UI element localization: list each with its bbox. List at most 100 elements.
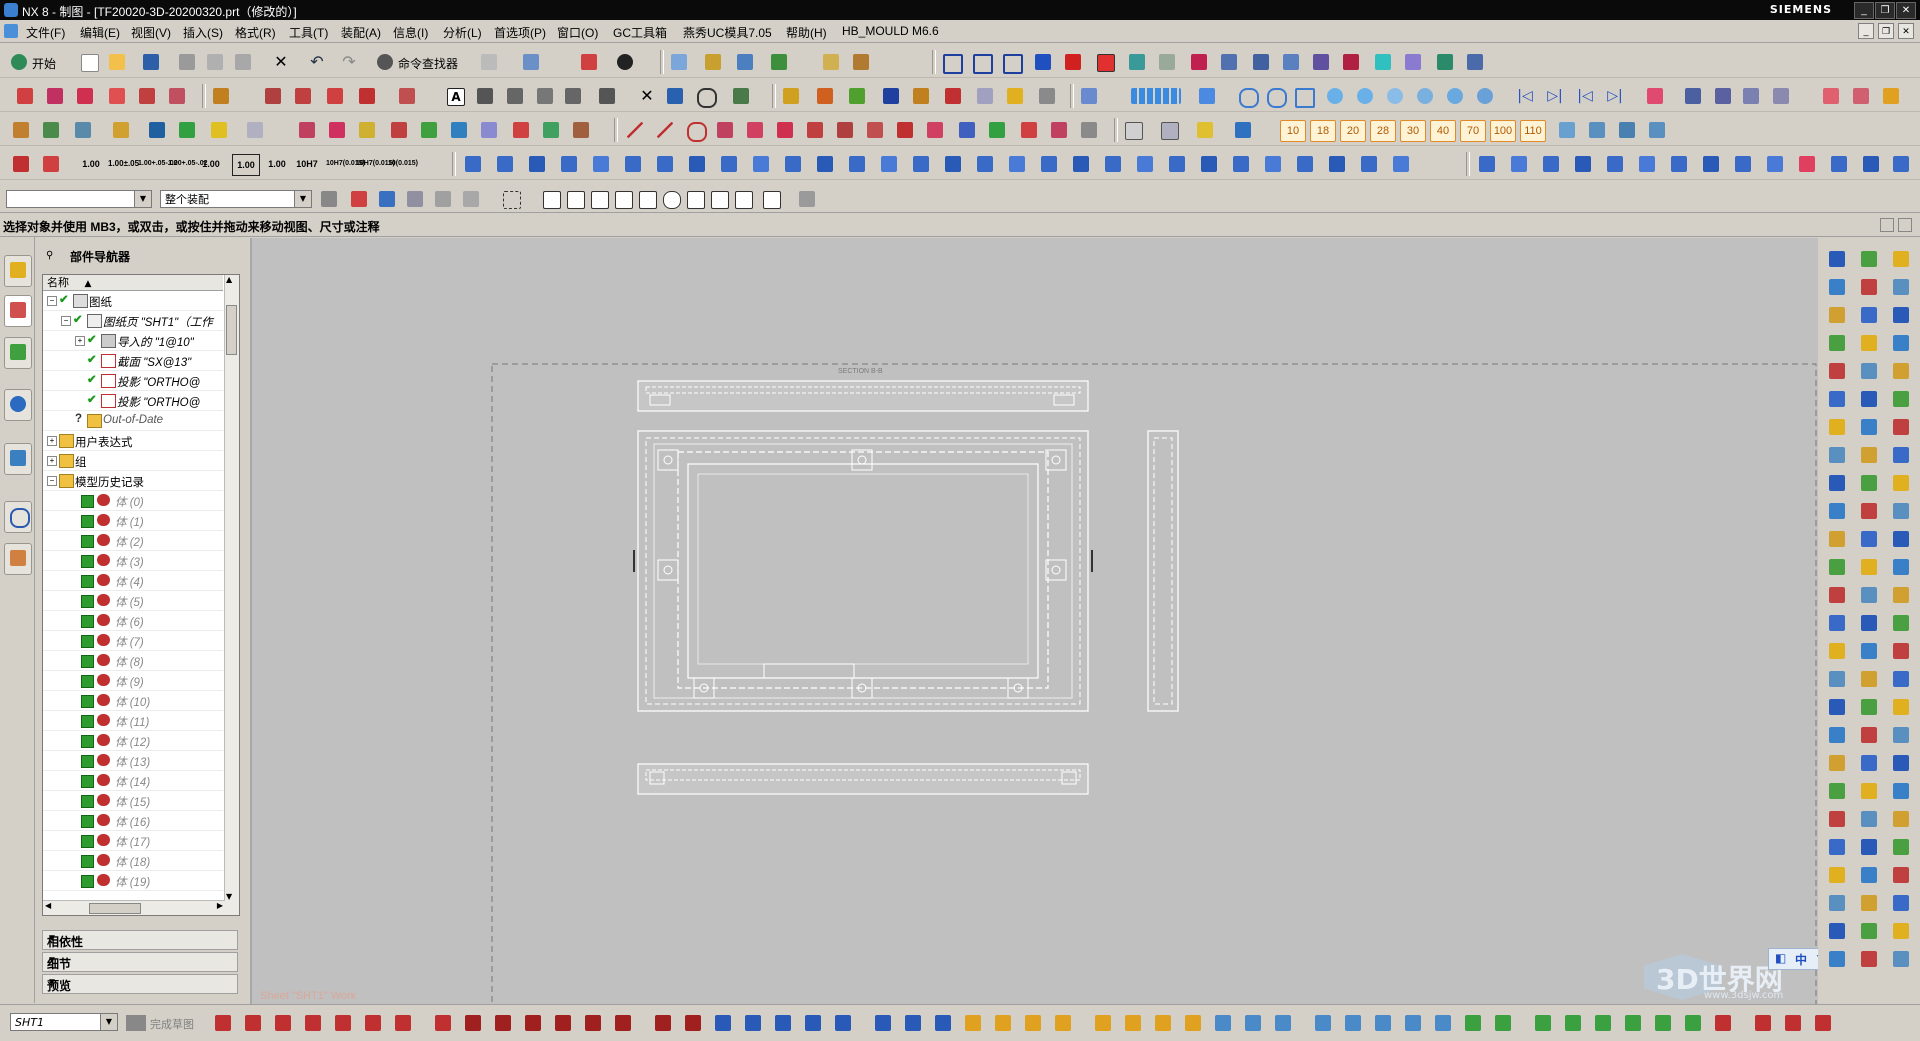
bottom-tool-button[interactable]	[962, 1012, 984, 1034]
right-tool-button[interactable]	[1890, 528, 1912, 550]
mb-11-button[interactable]	[782, 153, 804, 175]
part-b-button[interactable]	[1158, 119, 1180, 141]
right-tool-button[interactable]	[1890, 556, 1912, 578]
pmi-7-button[interactable]	[974, 85, 996, 107]
bottom-tool-button[interactable]	[432, 1012, 454, 1034]
bulb-5-button[interactable]	[1444, 85, 1466, 107]
bottom-tool-button[interactable]	[932, 1012, 954, 1034]
right-tool-button[interactable]	[1826, 500, 1848, 522]
right-tool-button[interactable]	[1826, 724, 1848, 746]
undo-button[interactable]: ↶	[306, 51, 328, 73]
right-tool-button[interactable]	[1890, 332, 1912, 354]
mb-23-button[interactable]	[1166, 153, 1188, 175]
bottom-tool-button[interactable]	[272, 1012, 294, 1034]
ms-13-button[interactable]	[1860, 153, 1882, 175]
bottom-tool-button[interactable]	[652, 1012, 674, 1034]
bottom-tool-button[interactable]	[1432, 1012, 1454, 1034]
right-tool-button[interactable]	[1858, 864, 1880, 886]
mb-16-button[interactable]	[942, 153, 964, 175]
type-filter-dropdown[interactable]: ▼	[6, 190, 152, 208]
ms-4-button[interactable]	[1572, 153, 1594, 175]
right-tool-button[interactable]	[1890, 640, 1912, 662]
cue-close-button[interactable]	[1898, 218, 1912, 232]
show-2-button[interactable]	[1264, 85, 1287, 108]
mb-1-button[interactable]	[462, 153, 484, 175]
right-tool-button[interactable]	[1890, 360, 1912, 382]
checkbox-icon[interactable]	[81, 755, 94, 768]
mold-2-button[interactable]	[1250, 51, 1272, 73]
finish-sketch-button[interactable]: 完成草图	[150, 1016, 194, 1032]
plate-button[interactable]	[1434, 51, 1456, 73]
bottom-tool-button[interactable]	[552, 1012, 574, 1034]
line-f-button[interactable]	[804, 119, 826, 141]
app-menu-icon[interactable]	[4, 24, 18, 38]
right-tool-button[interactable]	[1890, 388, 1912, 410]
right-tool-button[interactable]	[1826, 528, 1848, 550]
line-l-button[interactable]	[986, 119, 1008, 141]
size-20-button[interactable]: 20	[1340, 120, 1366, 142]
drafting-3-button[interactable]	[74, 85, 96, 107]
line-b-button[interactable]	[654, 119, 676, 141]
menu-hb-mould[interactable]: HB_MOULD M6.6	[842, 24, 939, 38]
menu-analysis[interactable]: 分析(L)	[443, 24, 482, 41]
part-navigator-tab[interactable]	[4, 295, 32, 327]
snap-2-button[interactable]	[564, 188, 586, 210]
drafting-2-button[interactable]	[44, 85, 66, 107]
bottom-tool-button[interactable]	[1122, 1012, 1144, 1034]
tol-8-button[interactable]: 10H7	[294, 154, 320, 174]
blank-button[interactable]	[1188, 51, 1210, 73]
checkbox-icon[interactable]	[81, 775, 94, 788]
right-tool-button[interactable]	[1826, 360, 1848, 382]
pmi-4-button[interactable]	[880, 85, 902, 107]
layer-button[interactable]	[668, 51, 690, 73]
right-tool-button[interactable]	[1858, 780, 1880, 802]
nav-first-button[interactable]: |◁	[1514, 85, 1536, 107]
bottom-tool-button[interactable]	[1752, 1012, 1774, 1034]
ms-1-button[interactable]	[1476, 153, 1498, 175]
reset-orientation-button[interactable]	[520, 51, 542, 73]
tree-node-body[interactable]: 体 (3)	[43, 552, 223, 571]
bottom-tool-button[interactable]	[1652, 1012, 1674, 1034]
drafting-8-button[interactable]	[262, 85, 284, 107]
ms-9-button[interactable]	[1732, 153, 1754, 175]
right-tool-button[interactable]	[1826, 472, 1848, 494]
mb-17-button[interactable]	[974, 153, 996, 175]
wave-button[interactable]	[1126, 51, 1148, 73]
tree-node-body[interactable]: 体 (6)	[43, 612, 223, 631]
start-button[interactable]: 开始	[8, 51, 70, 73]
menu-view[interactable]: 视图(V)	[131, 24, 171, 41]
doc-restore-button[interactable]: ❐	[1878, 23, 1894, 39]
mb-25-button[interactable]	[1230, 153, 1252, 175]
menu-tools[interactable]: 工具(T)	[289, 24, 328, 41]
tree-node-sheet[interactable]: − ✔ 图纸页 "SHT1"（工作	[43, 312, 223, 331]
line-d-button[interactable]	[744, 119, 766, 141]
right-tool-button[interactable]	[1826, 556, 1848, 578]
doc-minimize-button[interactable]: _	[1858, 23, 1874, 39]
mold-q-button[interactable]	[540, 119, 562, 141]
drafting-10-button[interactable]	[324, 85, 346, 107]
right-tool-button[interactable]	[1826, 808, 1848, 830]
h-scroll-thumb[interactable]	[89, 903, 141, 914]
checkbox-icon[interactable]	[81, 495, 94, 508]
right-tool-button[interactable]	[1826, 780, 1848, 802]
touch-mode-button[interactable]	[478, 51, 500, 73]
right-tool-button[interactable]	[1858, 948, 1880, 970]
tree-node-body[interactable]: 体 (15)	[43, 792, 223, 811]
pmi-3-button[interactable]	[846, 85, 868, 107]
checkbox-icon[interactable]	[81, 615, 94, 628]
tree-node-body[interactable]: 体 (12)	[43, 732, 223, 751]
right-tool-button[interactable]	[1858, 668, 1880, 690]
bottom-tool-button[interactable]	[1462, 1012, 1484, 1034]
right-tool-button[interactable]	[1858, 556, 1880, 578]
view-right-button[interactable]	[1000, 51, 1023, 74]
snap-10-button[interactable]	[760, 188, 782, 210]
command-finder-button[interactable]: 命令查找器	[374, 51, 466, 73]
graphics-window[interactable]: SECTION B-B Sheet "SHT1" Work 3D世界网 www.…	[250, 238, 1910, 1004]
mb-20-button[interactable]	[1070, 153, 1092, 175]
doc-close-button[interactable]: ✕	[1898, 23, 1914, 39]
menu-help[interactable]: 帮助(H)	[786, 24, 827, 41]
bottom-tool-button[interactable]	[1242, 1012, 1264, 1034]
tol-9-button[interactable]: 10H7(0.015)	[326, 154, 365, 174]
mold-l-button[interactable]	[388, 119, 410, 141]
checkbox-icon[interactable]	[81, 575, 94, 588]
